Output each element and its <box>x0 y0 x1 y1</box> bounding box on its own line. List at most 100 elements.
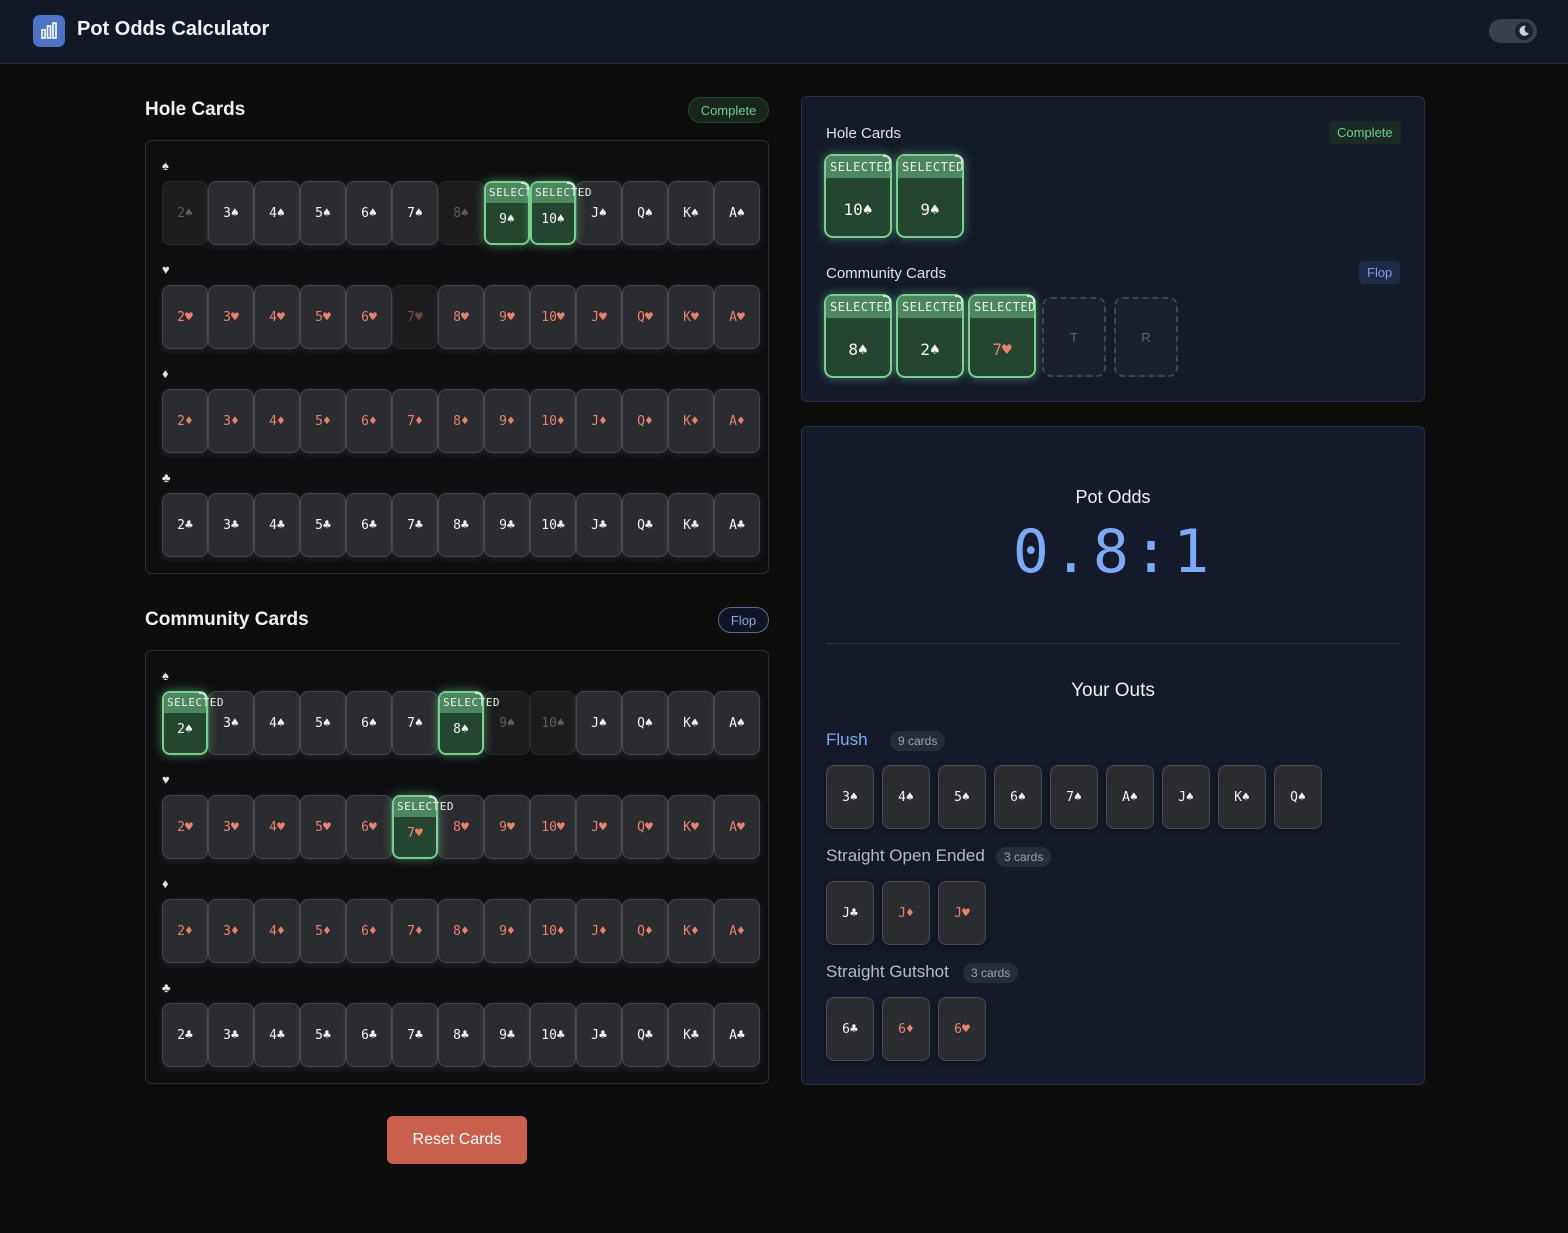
hole-card-k-clubs[interactable]: K♣ <box>668 493 714 557</box>
community-card-6-hearts[interactable]: 6♥ <box>346 795 392 859</box>
community-card-k-hearts[interactable]: K♥ <box>668 795 714 859</box>
community-card-k-diamonds[interactable]: K♦ <box>668 899 714 963</box>
community-card-8-diamonds[interactable]: 8♦ <box>438 899 484 963</box>
community-card-k-clubs[interactable]: K♣ <box>668 1003 714 1067</box>
hole-card-k-hearts[interactable]: K♥ <box>668 285 714 349</box>
hole-card-j-diamonds[interactable]: J♦ <box>576 389 622 453</box>
hole-card-q-diamonds[interactable]: Q♦ <box>622 389 668 453</box>
community-card-k-spades[interactable]: K♠ <box>668 691 714 755</box>
hole-card-k-diamonds[interactable]: K♦ <box>668 389 714 453</box>
hole-card-k-spades[interactable]: K♠ <box>668 181 714 245</box>
community-card-6-clubs[interactable]: 6♣ <box>346 1003 392 1067</box>
community-card-7-clubs[interactable]: 7♣ <box>392 1003 438 1067</box>
community-card-3-diamonds[interactable]: 3♦ <box>208 899 254 963</box>
hole-card-10-clubs[interactable]: 10♣ <box>530 493 576 557</box>
hole-card-6-diamonds[interactable]: 6♦ <box>346 389 392 453</box>
hole-card-8-diamonds[interactable]: 8♦ <box>438 389 484 453</box>
community-card-7-diamonds[interactable]: 7♦ <box>392 899 438 963</box>
hole-card-2-hearts[interactable]: 2♥ <box>162 285 208 349</box>
hole-card-j-hearts[interactable]: J♥ <box>576 285 622 349</box>
hole-card-5-hearts[interactable]: 5♥ <box>300 285 346 349</box>
hole-card-3-diamonds[interactable]: 3♦ <box>208 389 254 453</box>
hole-card-2-diamonds[interactable]: 2♦ <box>162 389 208 453</box>
summary-community-card[interactable]: SELECTED 2♠ <box>896 294 964 378</box>
community-card-6-diamonds[interactable]: 6♦ <box>346 899 392 963</box>
hole-card-3-spades[interactable]: 3♠ <box>208 181 254 245</box>
community-card-8-clubs[interactable]: 8♣ <box>438 1003 484 1067</box>
hole-card-9-clubs[interactable]: 9♣ <box>484 493 530 557</box>
hole-card-4-clubs[interactable]: 4♣ <box>254 493 300 557</box>
community-card-3-clubs[interactable]: 3♣ <box>208 1003 254 1067</box>
community-card-9-diamonds[interactable]: 9♦ <box>484 899 530 963</box>
community-card-q-clubs[interactable]: Q♣ <box>622 1003 668 1067</box>
hole-card-q-hearts[interactable]: Q♥ <box>622 285 668 349</box>
hole-card-6-spades[interactable]: 6♠ <box>346 181 392 245</box>
theme-toggle[interactable] <box>1489 19 1537 43</box>
community-card-4-diamonds[interactable]: 4♦ <box>254 899 300 963</box>
hole-card-5-clubs[interactable]: 5♣ <box>300 493 346 557</box>
summary-community-card[interactable]: SELECTED 7♥ <box>968 294 1036 378</box>
community-card-j-clubs[interactable]: J♣ <box>576 1003 622 1067</box>
community-card-j-hearts[interactable]: J♥ <box>576 795 622 859</box>
hole-card-4-hearts[interactable]: 4♥ <box>254 285 300 349</box>
hole-card-10-diamonds[interactable]: 10♦ <box>530 389 576 453</box>
hole-card-q-clubs[interactable]: Q♣ <box>622 493 668 557</box>
hole-card-8-clubs[interactable]: 8♣ <box>438 493 484 557</box>
hole-card-j-clubs[interactable]: J♣ <box>576 493 622 557</box>
community-card-j-diamonds[interactable]: J♦ <box>576 899 622 963</box>
community-card-5-clubs[interactable]: 5♣ <box>300 1003 346 1067</box>
community-card-7-hearts[interactable]: SELECTED 7♥ <box>392 795 453 859</box>
hole-card-q-spades[interactable]: Q♠ <box>622 181 668 245</box>
community-card-4-spades[interactable]: 4♠ <box>254 691 300 755</box>
community-card-a-clubs[interactable]: A♣ <box>714 1003 760 1067</box>
community-card-2-hearts[interactable]: 2♥ <box>162 795 208 859</box>
community-card-q-spades[interactable]: Q♠ <box>622 691 668 755</box>
community-card-7-spades[interactable]: 7♠ <box>392 691 438 755</box>
hole-card-9-hearts[interactable]: 9♥ <box>484 285 530 349</box>
hole-card-2-clubs[interactable]: 2♣ <box>162 493 208 557</box>
summary-community-card[interactable]: SELECTED 8♠ <box>824 294 892 378</box>
community-card-10-diamonds[interactable]: 10♦ <box>530 899 576 963</box>
community-card-2-diamonds[interactable]: 2♦ <box>162 899 208 963</box>
summary-hole-card[interactable]: SELECTED 10♠ <box>824 154 892 238</box>
community-card-6-spades[interactable]: 6♠ <box>346 691 392 755</box>
community-card-5-spades[interactable]: 5♠ <box>300 691 346 755</box>
community-card-2-spades[interactable]: SELECTED 2♠ <box>162 691 223 755</box>
community-card-4-clubs[interactable]: 4♣ <box>254 1003 300 1067</box>
hole-card-3-hearts[interactable]: 3♥ <box>208 285 254 349</box>
hole-card-7-clubs[interactable]: 7♣ <box>392 493 438 557</box>
hole-card-7-spades[interactable]: 7♠ <box>392 181 438 245</box>
hole-card-7-diamonds[interactable]: 7♦ <box>392 389 438 453</box>
hole-card-a-hearts[interactable]: A♥ <box>714 285 760 349</box>
community-card-10-clubs[interactable]: 10♣ <box>530 1003 576 1067</box>
hole-card-6-hearts[interactable]: 6♥ <box>346 285 392 349</box>
community-card-9-hearts[interactable]: 9♥ <box>484 795 530 859</box>
hole-card-4-spades[interactable]: 4♠ <box>254 181 300 245</box>
community-card-5-diamonds[interactable]: 5♦ <box>300 899 346 963</box>
hole-card-9-diamonds[interactable]: 9♦ <box>484 389 530 453</box>
community-card-2-clubs[interactable]: 2♣ <box>162 1003 208 1067</box>
hole-card-10-hearts[interactable]: 10♥ <box>530 285 576 349</box>
summary-hole-card[interactable]: SELECTED 9♠ <box>896 154 964 238</box>
community-card-10-hearts[interactable]: 10♥ <box>530 795 576 859</box>
community-card-8-spades[interactable]: SELECTED 8♠ <box>438 691 499 755</box>
community-card-4-hearts[interactable]: 4♥ <box>254 795 300 859</box>
community-card-q-hearts[interactable]: Q♥ <box>622 795 668 859</box>
hole-card-9-spades[interactable]: SELECTED 9♠ <box>484 181 545 245</box>
community-card-9-clubs[interactable]: 9♣ <box>484 1003 530 1067</box>
community-card-j-spades[interactable]: J♠ <box>576 691 622 755</box>
community-card-a-spades[interactable]: A♠ <box>714 691 760 755</box>
community-card-a-diamonds[interactable]: A♦ <box>714 899 760 963</box>
hole-card-a-spades[interactable]: A♠ <box>714 181 760 245</box>
community-card-a-hearts[interactable]: A♥ <box>714 795 760 859</box>
hole-card-3-clubs[interactable]: 3♣ <box>208 493 254 557</box>
hole-card-8-hearts[interactable]: 8♥ <box>438 285 484 349</box>
hole-card-6-clubs[interactable]: 6♣ <box>346 493 392 557</box>
community-card-5-hearts[interactable]: 5♥ <box>300 795 346 859</box>
hole-card-5-diamonds[interactable]: 5♦ <box>300 389 346 453</box>
hole-card-a-diamonds[interactable]: A♦ <box>714 389 760 453</box>
reset-cards-button[interactable]: Reset Cards <box>387 1116 527 1164</box>
community-card-3-hearts[interactable]: 3♥ <box>208 795 254 859</box>
hole-card-10-spades[interactable]: SELECTED 10♠ <box>530 181 591 245</box>
hole-card-a-clubs[interactable]: A♣ <box>714 493 760 557</box>
